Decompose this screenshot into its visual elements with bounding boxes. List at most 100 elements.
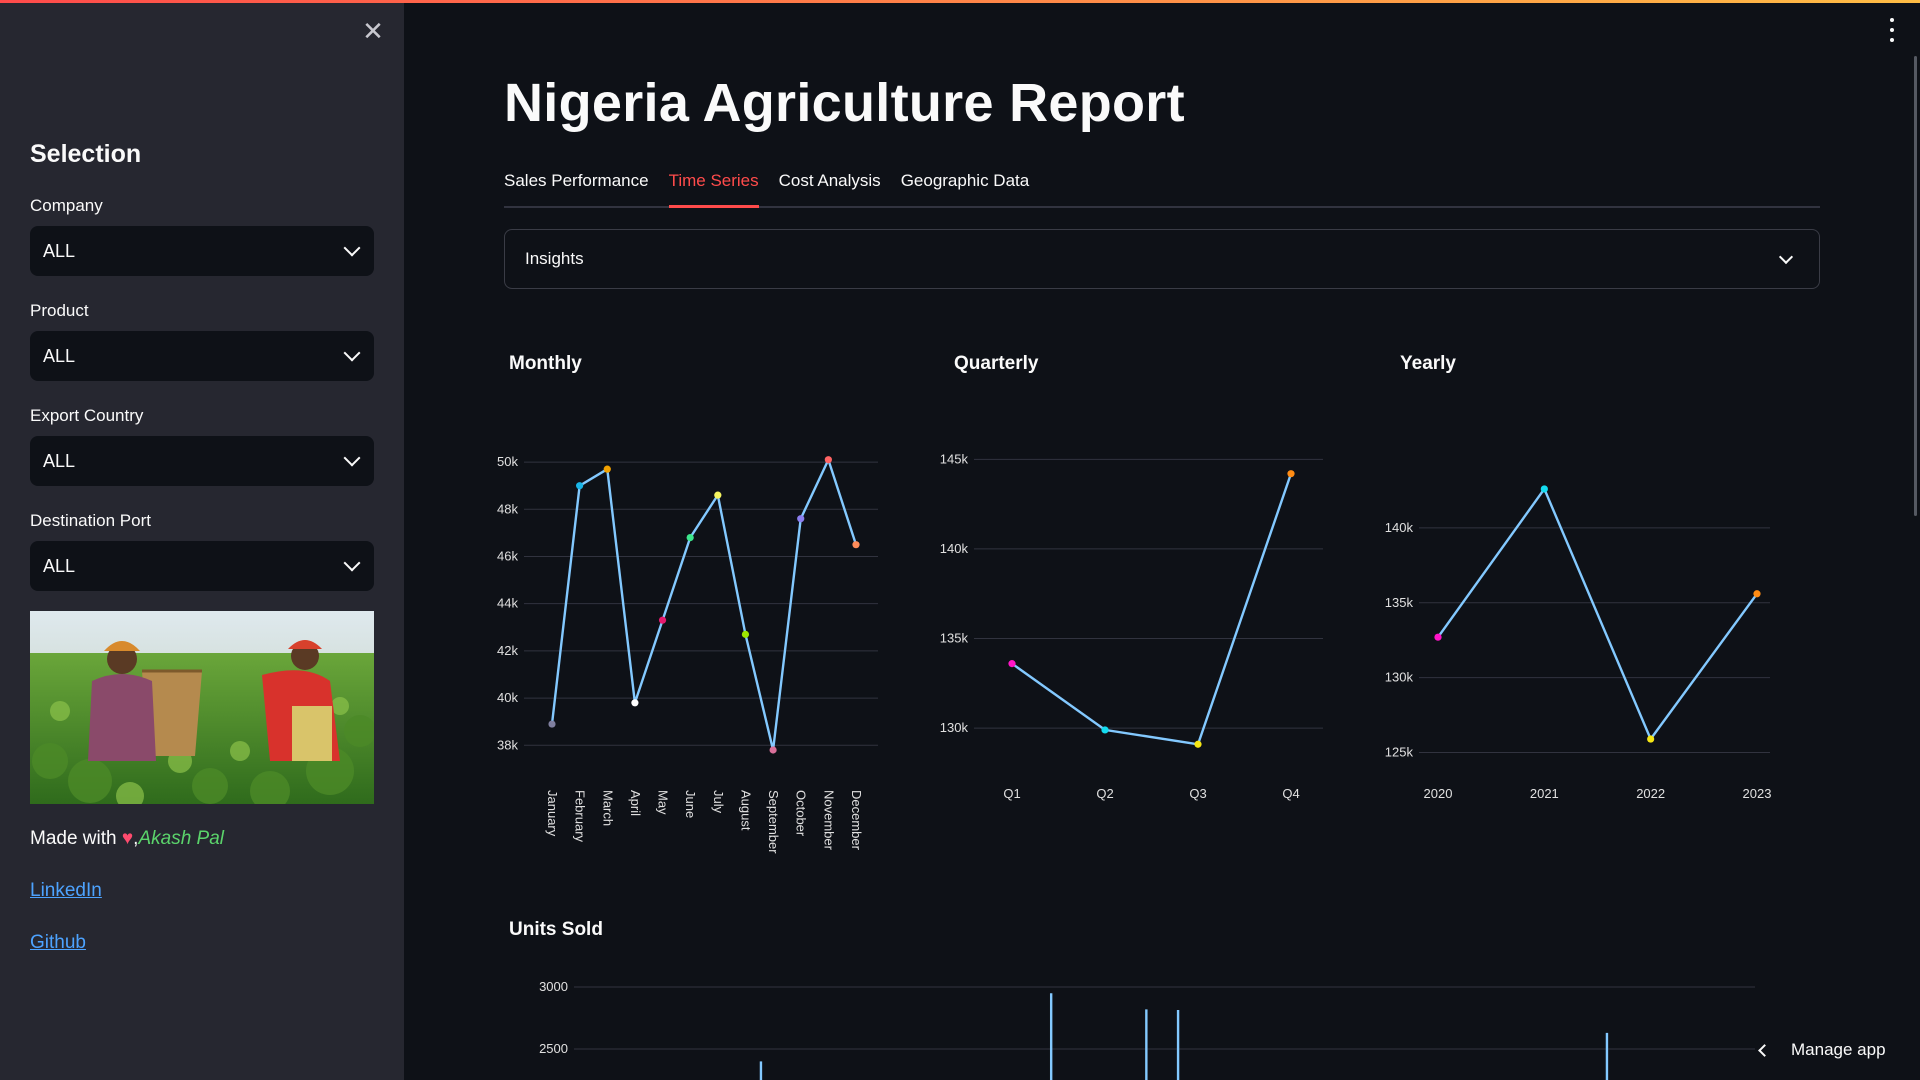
x-tick-label: September	[766, 790, 781, 854]
x-tick-label: August	[738, 790, 753, 831]
y-tick-label: 2500	[539, 1041, 568, 1056]
x-tick-label: March	[600, 790, 615, 826]
yearly-line-chart: 125k 130k 135k 140k 2020 2021 2022 2023	[1385, 485, 1772, 801]
yearly-chart-title: Yearly	[1400, 353, 1456, 374]
chevron-down-icon	[343, 554, 361, 572]
product-select[interactable]: ALL	[30, 331, 374, 381]
y-tick-label: 50k	[497, 454, 518, 469]
close-icon[interactable]: ✕	[358, 16, 388, 46]
farmers-photo	[30, 611, 374, 804]
data-point	[714, 491, 722, 499]
quarterly-chart-title: Quarterly	[954, 353, 1039, 374]
y-tick-label: 140k	[940, 541, 969, 556]
units-sold-line-chart: 2500 3000	[539, 979, 1755, 1080]
linkedin-link[interactable]: LinkedIn	[30, 880, 102, 902]
tab-sales-performance[interactable]: Sales Performance	[504, 168, 649, 208]
company-label: Company	[30, 196, 103, 215]
y-tick-label: 130k	[940, 720, 969, 735]
y-tick-label: 38k	[497, 737, 518, 752]
series-line	[1437, 486, 1758, 742]
chevron-down-icon	[1778, 249, 1794, 264]
export-country-select-value: ALL	[43, 450, 76, 471]
quarterly-line-chart: 130k 135k 140k 145k Q1 Q2 Q3 Q4	[940, 451, 1323, 801]
destination-port-label: Destination Port	[30, 511, 151, 530]
y-tick-label: 46k	[497, 548, 518, 563]
data-point	[1287, 470, 1295, 478]
data-point	[852, 541, 860, 549]
export-country-label: Export Country	[30, 406, 144, 425]
tab-cost-analysis[interactable]: Cost Analysis	[779, 168, 881, 208]
y-tick-label: 44k	[497, 596, 518, 611]
chevron-down-icon	[343, 449, 361, 467]
monthly-line-chart: 38k 40k 42k 44k 46k 48k 50k January February Marc…	[497, 454, 878, 854]
y-tick-label: 135k	[1385, 595, 1414, 610]
tab-bar: Sales Performance Time Series Cost Analy…	[504, 168, 1820, 208]
data-point	[548, 720, 556, 728]
page-title: Nigeria Agriculture Report	[504, 73, 1185, 133]
github-link[interactable]: Github	[30, 932, 86, 954]
x-tick-label: Q2	[1096, 786, 1113, 801]
x-tick-label: April	[628, 790, 643, 816]
manage-app-button[interactable]: Manage app	[1758, 1040, 1886, 1060]
tab-time-series[interactable]: Time Series	[668, 168, 759, 208]
x-tick-label: December	[849, 790, 864, 851]
data-point	[741, 630, 750, 638]
data-point	[603, 465, 611, 473]
y-tick-label: 130k	[1385, 670, 1414, 685]
top-decoration-bar	[0, 0, 1920, 3]
x-tick-label: February	[573, 790, 588, 843]
data-point	[1194, 740, 1202, 748]
sidebar-heading: Selection	[30, 140, 142, 168]
destination-port-select-value: ALL	[43, 555, 76, 576]
x-tick-label: Q1	[1003, 786, 1020, 801]
data-point	[1008, 660, 1016, 668]
x-tick-label: Q4	[1282, 786, 1299, 801]
data-point	[631, 699, 639, 707]
data-point	[1753, 590, 1761, 598]
monthly-chart-title: Monthly	[509, 353, 582, 374]
units-sold-chart-title: Units Sold	[509, 919, 603, 940]
y-tick-label: 42k	[497, 643, 518, 658]
made-with-text: Made with	[30, 828, 117, 849]
data-point	[797, 515, 805, 523]
company-select[interactable]: ALL	[30, 226, 374, 276]
data-point	[1647, 735, 1655, 743]
x-tick-label: 2021	[1530, 786, 1559, 801]
sidebar: ✕ Selection Company ALL Product ALL Expo…	[0, 0, 404, 1080]
y-tick-label: 48k	[497, 501, 518, 516]
y-tick-label: 40k	[497, 690, 518, 705]
manage-app-label: Manage app	[1791, 1040, 1886, 1059]
destination-port-select[interactable]: ALL	[30, 541, 374, 591]
company-select-value: ALL	[43, 240, 76, 261]
chevron-down-icon	[343, 344, 361, 362]
product-label: Product	[30, 301, 89, 320]
data-point	[1540, 485, 1548, 493]
y-tick-label: 140k	[1385, 520, 1414, 535]
main-menu-icon[interactable]	[1885, 18, 1899, 42]
author-name: Akash Pal	[138, 828, 224, 849]
insights-label: Insights	[525, 249, 584, 268]
x-tick-label: October	[794, 790, 809, 837]
scrollbar[interactable]	[1914, 56, 1917, 516]
export-country-select[interactable]: ALL	[30, 436, 374, 486]
insights-expander[interactable]: Insights	[504, 229, 1820, 289]
y-tick-label: 145k	[940, 451, 969, 466]
series-line	[1011, 473, 1293, 746]
x-tick-label: November	[821, 790, 836, 851]
data-point	[576, 482, 584, 490]
y-tick-label: 125k	[1385, 745, 1414, 760]
x-tick-label: 2020	[1424, 786, 1453, 801]
heart-icon: ♥	[121, 828, 134, 849]
x-tick-label: 2023	[1743, 786, 1772, 801]
x-tick-label: June	[683, 790, 698, 818]
x-tick-label: July	[711, 790, 726, 814]
chevron-left-icon	[1758, 1043, 1771, 1057]
x-tick-label: January	[545, 790, 560, 837]
data-point	[658, 616, 667, 624]
y-tick-label: 3000	[539, 979, 568, 994]
x-tick-label: 2022	[1636, 786, 1665, 801]
data-point	[824, 456, 832, 464]
data-point	[1434, 633, 1442, 641]
data-point	[686, 534, 694, 542]
tab-geographic-data[interactable]: Geographic Data	[901, 168, 1030, 208]
